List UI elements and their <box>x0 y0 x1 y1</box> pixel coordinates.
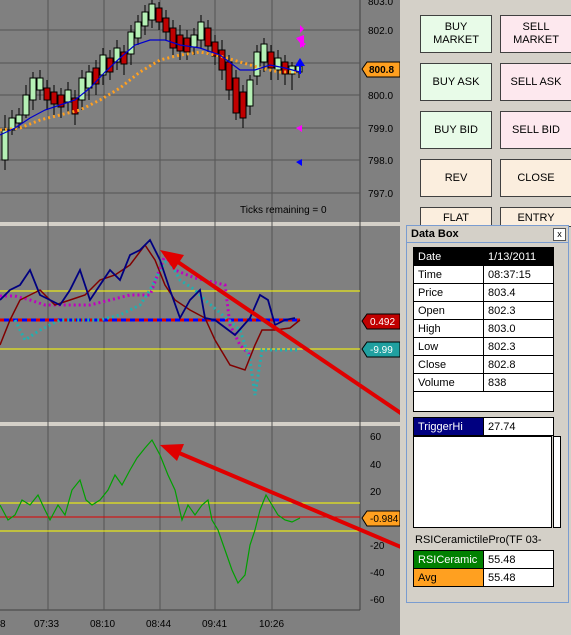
rsi-table: RSICeramic 55.48 Avg 55.48 <box>413 550 554 587</box>
rsi-tick: -40 <box>370 568 385 579</box>
table-row: Volume 838 <box>413 373 554 392</box>
panel-separator-1[interactable] <box>0 222 400 226</box>
row-value: 802.8 <box>483 355 554 374</box>
svg-text:08:44: 08:44 <box>146 619 171 630</box>
avg-key: Avg <box>413 568 484 587</box>
svg-text:-0.984: -0.984 <box>370 514 399 525</box>
reverse-button[interactable]: REV <box>420 159 492 197</box>
data-box-title: Data Box <box>411 228 459 240</box>
panel-separator-2[interactable] <box>0 422 400 426</box>
row-value: 838 <box>483 373 554 392</box>
rsi-tick: 60 <box>370 432 382 443</box>
row-key: Price <box>413 283 484 302</box>
sell-bid-button[interactable]: SELL BID <box>500 111 571 149</box>
table-row: Avg 55.48 <box>413 568 554 587</box>
svg-text:800.8: 800.8 <box>369 65 394 76</box>
row-value: 08:37:15 <box>483 265 554 284</box>
price-tick: 799.0 <box>368 124 393 135</box>
chart-area[interactable]: 802.0 803.0 800.0 799.0 798.0 797.0 800.… <box>0 0 400 635</box>
row-key: High <box>413 319 484 338</box>
data-box-empty-area <box>413 436 552 528</box>
close-button[interactable]: CLOSE <box>500 159 571 197</box>
buy-ask-button[interactable]: BUY ASK <box>420 63 492 101</box>
rsi-tick: -60 <box>370 595 385 606</box>
row-key: Close <box>413 355 484 374</box>
last-price-tag: 800.8 <box>361 61 400 78</box>
ticks-remaining-label: Ticks remaining = 0 <box>240 205 327 216</box>
time-axis-bg <box>0 610 400 635</box>
rsi-tick: -20 <box>370 541 385 552</box>
price-tick: 803.0 <box>368 0 393 8</box>
trigger-table: TriggerHi 27.74 <box>413 417 554 436</box>
row-key: Date <box>413 247 484 266</box>
table-row: Low 802.3 <box>413 337 554 356</box>
svg-text:09:41: 09:41 <box>202 619 227 630</box>
sell-market-button[interactable]: SELL MARKET <box>500 15 571 53</box>
table-row: RSICeramic 55.48 <box>413 550 554 569</box>
row-key: Volume <box>413 373 484 392</box>
price-tick: 800.0 <box>368 91 393 102</box>
price-tick: 797.0 <box>368 189 393 200</box>
sell-ask-button[interactable]: SELL ASK <box>500 63 571 101</box>
rsi-panel-bg <box>0 426 400 610</box>
buy-market-button[interactable]: BUY MARKET <box>420 15 492 53</box>
data-box-titlebar[interactable]: Data Box x <box>407 226 568 243</box>
row-value: 803.4 <box>483 283 554 302</box>
rsi-key: RSICeramic <box>413 550 484 569</box>
row-value: 802.3 <box>483 337 554 356</box>
trigger-key: TriggerHi <box>413 417 484 436</box>
svg-text:-9.99: -9.99 <box>370 345 393 356</box>
svg-text:8: 8 <box>0 619 6 630</box>
middle-tag-red: 0.492 <box>361 313 400 330</box>
middle-tag-teal: -9.99 <box>361 341 400 358</box>
row-key: Open <box>413 301 484 320</box>
middle-panel-bg <box>0 226 400 422</box>
svg-text:07:33: 07:33 <box>34 619 59 630</box>
avg-value: 55.48 <box>483 568 554 587</box>
price-tick: 802.0 <box>368 26 393 37</box>
svg-text:10:26: 10:26 <box>259 619 284 630</box>
table-row: Close 802.8 <box>413 355 554 374</box>
rsi-tick: 20 <box>370 487 382 498</box>
buy-bid-button[interactable]: BUY BID <box>420 111 492 149</box>
row-value: 803.0 <box>483 319 554 338</box>
table-row: Price 803.4 <box>413 283 554 302</box>
data-box-table: Date 1/13/2011 Time 08:37:15 Price 803.4… <box>413 247 554 412</box>
table-row-empty <box>413 391 554 412</box>
chart-canvas[interactable]: 802.0 803.0 800.0 799.0 798.0 797.0 800.… <box>0 0 400 635</box>
rsi-value-tag: -0.984 <box>361 510 400 527</box>
row-key: Low <box>413 337 484 356</box>
row-key: Time <box>413 265 484 284</box>
rsi-value: 55.48 <box>483 550 554 569</box>
row-value: 802.3 <box>483 301 554 320</box>
data-box-scrollbar[interactable] <box>553 436 561 528</box>
table-row: Time 08:37:15 <box>413 265 554 284</box>
table-row: Open 802.3 <box>413 301 554 320</box>
entry-button[interactable]: ENTRY <box>500 207 571 227</box>
price-tick: 798.0 <box>368 156 393 167</box>
table-row: High 803.0 <box>413 319 554 338</box>
table-row: Date 1/13/2011 <box>413 247 554 266</box>
table-row: TriggerHi 27.74 <box>413 417 554 436</box>
svg-text:08:10: 08:10 <box>90 619 115 630</box>
rsi-tick: 40 <box>370 460 382 471</box>
data-box-window[interactable]: Data Box x Date 1/13/2011 Time 08:37:15 … <box>406 225 569 603</box>
close-icon[interactable]: x <box>553 228 566 241</box>
indicator-name: RSICeramictilePro(TF 03- <box>415 534 542 546</box>
row-value: 1/13/2011 <box>483 247 554 266</box>
trigger-value: 27.74 <box>483 417 554 436</box>
svg-text:0.492: 0.492 <box>370 317 395 328</box>
flat-button[interactable]: FLAT <box>420 207 492 227</box>
